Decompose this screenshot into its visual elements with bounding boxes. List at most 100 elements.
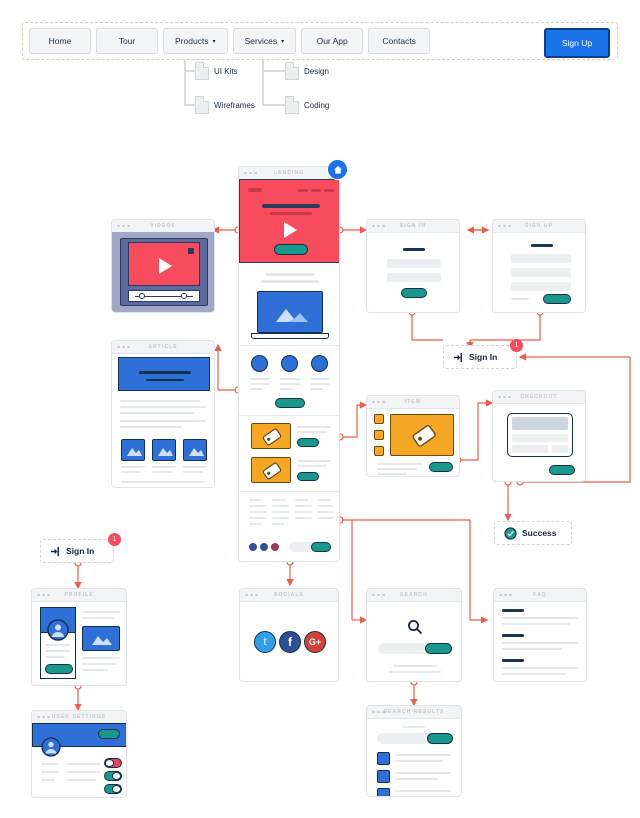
document-icon xyxy=(195,62,209,80)
nav-item-services[interactable]: Services ▾ xyxy=(232,28,297,54)
item-thumb-small[interactable] xyxy=(374,446,384,456)
tree-line xyxy=(274,70,286,72)
password-field[interactable] xyxy=(387,273,441,282)
nav-items: Home Tour Products ▾ Services ▾ Our App Co… xyxy=(29,28,431,54)
callout-success[interactable]: Success xyxy=(494,521,572,545)
callout-sign-in-left[interactable]: Sign In xyxy=(40,539,114,563)
card-landing[interactable]: LANDING xyxy=(238,166,340,562)
social-dot-icon[interactable] xyxy=(271,543,279,551)
features-cta-button[interactable] xyxy=(275,398,305,408)
name-field[interactable] xyxy=(511,254,571,263)
article-thumb xyxy=(183,439,207,461)
sign-in-submit-button[interactable] xyxy=(401,288,427,298)
card-title: ITEM xyxy=(404,398,422,405)
credit-card-widget[interactable] xyxy=(507,413,573,457)
hero-cta-button[interactable] xyxy=(274,244,308,255)
faq-question[interactable] xyxy=(502,634,524,637)
text-line xyxy=(152,466,176,468)
nav-item-home[interactable]: Home xyxy=(29,28,91,54)
toggle-on[interactable] xyxy=(104,771,122,781)
card-checkout[interactable]: CHECKOUT xyxy=(492,390,586,482)
close-icon[interactable] xyxy=(188,248,194,254)
faq-question[interactable] xyxy=(502,609,524,612)
logo-placeholder xyxy=(248,188,262,192)
social-dot-icon[interactable] xyxy=(249,543,257,551)
progress-handle[interactable] xyxy=(139,293,145,299)
nav-placeholder xyxy=(311,189,321,192)
card-faq[interactable]: FAQ xyxy=(493,588,587,682)
item-thumb-small[interactable] xyxy=(374,414,384,424)
article-sub-line xyxy=(146,379,184,381)
image-placeholder-icon xyxy=(127,448,142,456)
facebook-button[interactable]: f xyxy=(279,631,301,653)
email-field[interactable] xyxy=(511,268,571,277)
card-user-settings[interactable]: USER SETTINGS xyxy=(31,710,127,798)
feature-avatar xyxy=(251,355,268,372)
search-icon xyxy=(408,620,423,635)
card-sign-up[interactable]: SIGN UP xyxy=(492,219,586,313)
submenu-item-ui-kits[interactable]: UI Kits xyxy=(214,67,238,76)
callout-sign-in-right[interactable]: Sign In xyxy=(443,345,517,369)
toggle-off[interactable] xyxy=(104,758,122,768)
submenu-item-design[interactable]: Design xyxy=(304,67,329,76)
nav-item-our-app[interactable]: Our App xyxy=(301,28,364,54)
submenu-item-wireframes[interactable]: Wireframes xyxy=(214,101,255,110)
add-to-cart-button[interactable] xyxy=(429,462,453,472)
googleplus-button[interactable]: G+ xyxy=(304,631,326,653)
nav-item-contacts[interactable]: Contacts xyxy=(368,28,431,54)
sign-up-label: Sign Up xyxy=(561,38,593,48)
checkout-pay-button[interactable] xyxy=(549,465,575,475)
result-line xyxy=(395,778,439,780)
search-submit-button[interactable] xyxy=(427,733,453,744)
card-videos[interactable]: VIDEOS xyxy=(111,219,215,313)
image-placeholder-icon xyxy=(158,448,173,456)
card-sign-in[interactable]: SIGN IN xyxy=(366,219,460,313)
feature-line xyxy=(310,388,323,390)
card-title: SIGN UP xyxy=(524,222,554,229)
nav-item-tour[interactable]: Tour xyxy=(96,28,158,54)
product-buy-button[interactable] xyxy=(297,438,319,447)
card-profile[interactable]: PROFILE xyxy=(31,588,127,686)
settings-save-button[interactable] xyxy=(98,729,120,739)
hint-line xyxy=(393,665,437,667)
product-line xyxy=(297,431,327,433)
faq-question[interactable] xyxy=(502,659,524,662)
profile-line xyxy=(45,644,71,646)
toggle-on[interactable] xyxy=(104,784,122,794)
search-submit-button[interactable] xyxy=(425,643,452,654)
card-search[interactable]: SEARCH xyxy=(366,588,462,682)
section-line xyxy=(261,280,319,283)
video-controls[interactable] xyxy=(128,290,200,302)
play-icon[interactable] xyxy=(159,258,172,274)
card-item[interactable]: ITEM xyxy=(366,395,460,477)
tag-icon xyxy=(262,462,282,480)
card-number-field[interactable] xyxy=(512,434,568,442)
twitter-button[interactable]: t xyxy=(254,631,276,653)
password-field[interactable] xyxy=(511,282,571,291)
card-socials[interactable]: SOCIALS t f G+ xyxy=(239,588,339,682)
newsletter-submit-button[interactable] xyxy=(311,542,331,552)
sign-up-button[interactable]: Sign Up xyxy=(544,28,610,58)
home-badge[interactable] xyxy=(327,159,348,180)
card-search-results[interactable]: SEARCH RESULTS xyxy=(366,705,462,797)
submenu-item-coding[interactable]: Coding xyxy=(304,101,329,110)
play-icon[interactable] xyxy=(284,222,297,238)
tree-line xyxy=(262,104,274,106)
nav-item-products[interactable]: Products ▾ xyxy=(163,28,228,54)
card-expiry-field[interactable] xyxy=(512,445,548,453)
nav-label: Products xyxy=(175,36,209,46)
social-dot-icon[interactable] xyxy=(260,543,268,551)
email-field[interactable] xyxy=(387,259,441,268)
card-body xyxy=(493,403,585,481)
footer-line xyxy=(249,517,266,519)
image-placeholder-icon xyxy=(189,448,204,456)
card-article[interactable]: ARTICLE xyxy=(111,340,215,488)
volume-handle[interactable] xyxy=(181,293,187,299)
product-buy-button[interactable] xyxy=(297,472,319,481)
card-cvv-field[interactable] xyxy=(552,445,568,453)
result-thumb xyxy=(377,788,390,796)
profile-action-button[interactable] xyxy=(45,664,73,674)
item-thumb-small[interactable] xyxy=(374,430,384,440)
card-body xyxy=(112,232,214,312)
sign-up-submit-button[interactable] xyxy=(543,294,571,304)
